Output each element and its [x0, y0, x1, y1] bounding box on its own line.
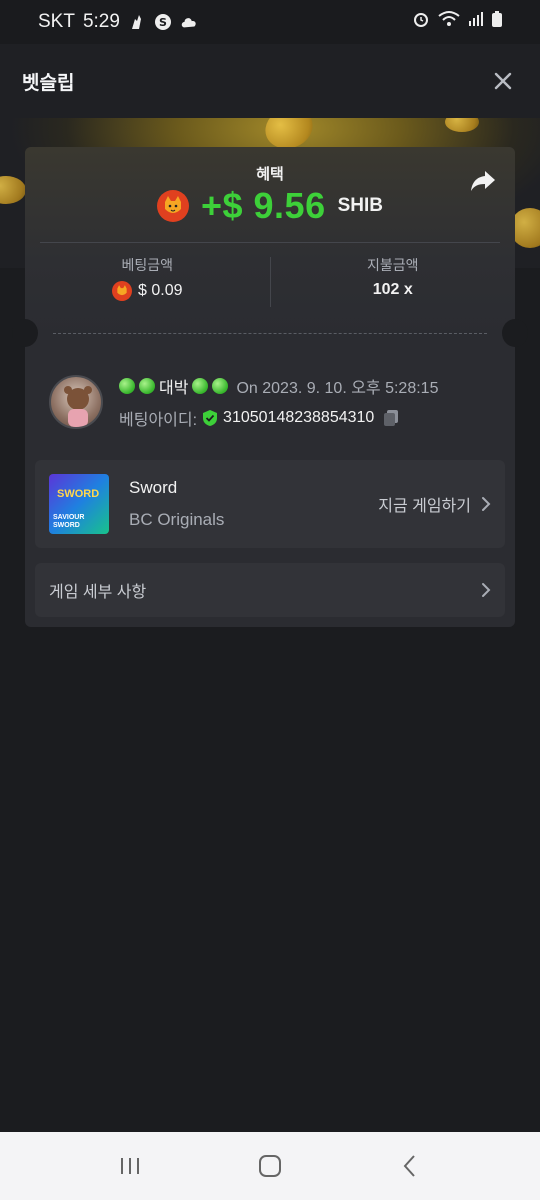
- signal-icon: [468, 11, 484, 33]
- share-icon: [471, 171, 495, 191]
- ticket-notch-left: [12, 319, 38, 347]
- betslip-header: 벳슬립: [0, 44, 540, 118]
- recent-apps-icon: [121, 1158, 139, 1174]
- bet-amount-text: $ 0.09: [138, 282, 183, 299]
- bet-timestamp: On 2023. 9. 10. 오후 5:28:15: [236, 380, 439, 397]
- alarm-icon: [412, 10, 430, 34]
- green-dot-icon: [192, 378, 209, 394]
- username[interactable]: 대박: [159, 374, 188, 398]
- user-info: 대박 On 2023. 9. 10. 오후 5:28:15 베팅아이디: 310…: [119, 374, 438, 430]
- home-button[interactable]: [250, 1146, 290, 1186]
- notification-cloud-icon: [180, 13, 198, 31]
- game-thumb-subtitle: SAVIOUR SWORD: [53, 514, 85, 529]
- play-now-button[interactable]: 지금 게임하기: [378, 492, 491, 516]
- battery-icon: [492, 11, 502, 33]
- shib-coin-icon: [156, 190, 189, 222]
- payout-label: 지불금액: [366, 257, 419, 273]
- status-bar: SKT 5:29 S: [0, 0, 540, 44]
- recent-apps-button[interactable]: [110, 1146, 150, 1186]
- green-dot-icon: [119, 378, 135, 394]
- profit-row: +$ 9.56 SHIB: [25, 185, 515, 227]
- avatar[interactable]: [49, 375, 103, 429]
- profit-amount: +$ 9.56: [200, 185, 326, 226]
- carrier-label: SKT: [38, 11, 75, 32]
- bet-id-label: 베팅아이디:: [119, 412, 198, 429]
- bet-id-line: 베팅아이디: 31050148238854310: [119, 406, 438, 430]
- divider: [40, 242, 500, 243]
- share-button[interactable]: [469, 167, 497, 195]
- currency-label: SHIB: [337, 195, 384, 216]
- coin-decoration: [0, 176, 26, 204]
- game-provider: BC Originals: [129, 510, 225, 529]
- game-thumb-title: SWORD: [57, 488, 100, 500]
- green-dot-icon: [212, 378, 229, 394]
- payout-stat: 지불금액 102 x: [271, 255, 516, 307]
- bet-amount-label: 베팅금액: [121, 257, 174, 273]
- game-row[interactable]: SWORD SAVIOUR SWORD Sword BC Originals 지…: [35, 460, 505, 548]
- system-navbar: [0, 1132, 540, 1200]
- play-now-label: 지금 게임하기: [378, 498, 471, 515]
- chevron-right-icon: [482, 497, 491, 511]
- notification-hand-icon: [128, 13, 146, 31]
- back-icon: [403, 1155, 415, 1177]
- coin-decoration: [445, 118, 479, 132]
- status-left: SKT 5:29 S: [38, 11, 198, 33]
- dashed-divider: [53, 333, 487, 334]
- chevron-right-icon: [482, 583, 491, 597]
- user-row: 대박 On 2023. 9. 10. 오후 5:28:15 베팅아이디: 310…: [49, 374, 499, 430]
- game-thumbnail: SWORD SAVIOUR SWORD: [49, 474, 109, 534]
- bet-amount-stat: 베팅금액 $ 0.09: [25, 255, 270, 307]
- copy-icon[interactable]: [382, 409, 400, 427]
- bet-card: 혜택 +$ 9.56 SHIB 베팅금액 $ 0.09 지불금액 102 x 대…: [12, 147, 528, 627]
- back-button[interactable]: [390, 1146, 430, 1186]
- verified-shield-icon: [203, 410, 218, 426]
- svg-text:S: S: [159, 16, 167, 29]
- game-name: Sword: [129, 478, 178, 497]
- status-right: [412, 10, 502, 34]
- bet-summary: 혜택 +$ 9.56 SHIB 베팅금액 $ 0.09 지불금액 102 x: [25, 147, 515, 337]
- ticket-notch-right: [502, 319, 528, 347]
- notification-s-icon: S: [154, 13, 172, 31]
- page-title: 벳슬립: [22, 72, 75, 94]
- game-details-row[interactable]: 게임 세부 사항: [35, 563, 505, 617]
- game-info: Sword BC Originals: [129, 478, 224, 530]
- user-line: 대박 On 2023. 9. 10. 오후 5:28:15: [119, 374, 438, 398]
- green-dot-icon: [139, 378, 155, 394]
- bet-id: 31050148238854310: [223, 409, 375, 426]
- bet-amount-value: $ 0.09: [25, 281, 270, 301]
- close-icon: [494, 72, 512, 90]
- close-button[interactable]: [488, 66, 518, 96]
- game-details-label: 게임 세부 사항: [49, 584, 147, 601]
- shib-coin-icon: [112, 281, 132, 301]
- payout-value: 102 x: [372, 281, 413, 298]
- time-label: 5:29: [82, 11, 120, 32]
- bet-stats: 베팅금액 $ 0.09 지불금액 102 x: [25, 255, 515, 307]
- home-icon: [259, 1155, 281, 1177]
- wifi-icon: [438, 10, 460, 34]
- benefit-label: 혜택: [256, 166, 284, 183]
